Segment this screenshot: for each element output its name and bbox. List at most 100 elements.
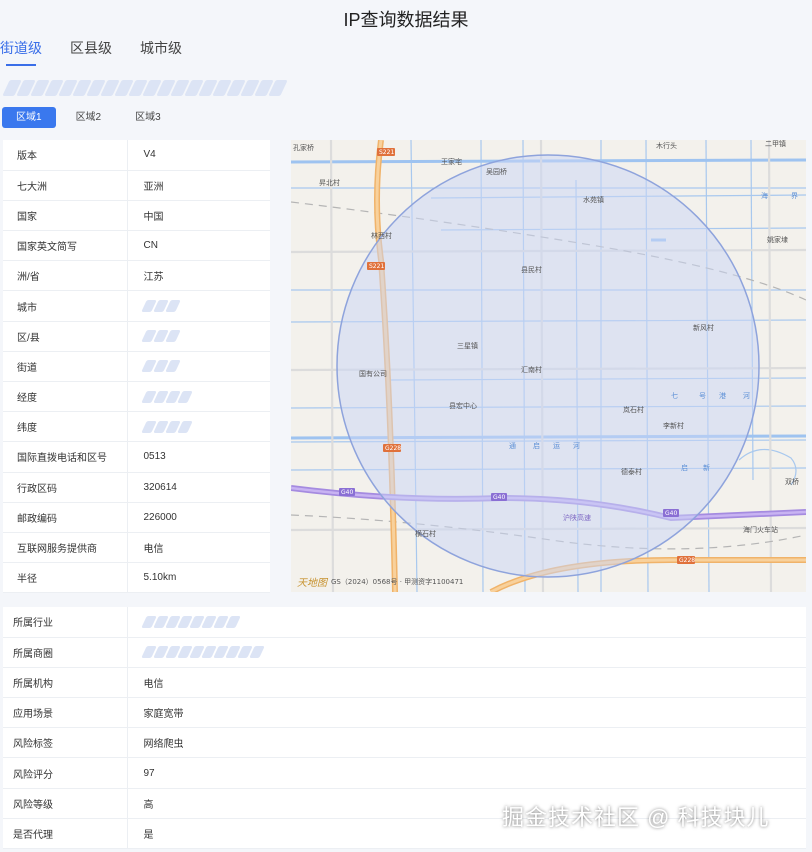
road-shield-label: G228 — [679, 557, 695, 564]
row-key: 纬度 — [3, 411, 128, 442]
map-logo: 天地图 — [297, 577, 329, 589]
tab-city-level[interactable]: 城市级 — [140, 36, 182, 66]
row-value-masked — [127, 291, 270, 321]
row-key: 区/县 — [3, 321, 128, 352]
row-key: 七大洲 — [3, 170, 128, 201]
row-value: 亚洲 — [143, 181, 164, 193]
place-label: 王家宅 — [441, 157, 462, 166]
table-row: 风险标签 网络爬虫 — [3, 727, 806, 758]
row-value: 江苏 — [143, 272, 164, 284]
row-value: 97 — [143, 767, 155, 779]
row-value: CN — [143, 240, 158, 252]
place-label: 新 — [703, 463, 710, 472]
row-value-masked — [127, 351, 270, 381]
tab-district-level[interactable]: 区县级 — [70, 36, 112, 66]
place-label: 二甲镇 — [765, 140, 786, 148]
table-row: 版本 V4 — [3, 140, 270, 171]
tab-street-level[interactable]: 街道级 — [0, 36, 42, 66]
location-map[interactable]: 孔家桥 王家宅 吴园桥 木行头 二甲镇 昇北村 水苑镇 海 界 姚家埭 林西村 … — [291, 140, 806, 592]
row-key: 所属机构 — [3, 667, 128, 698]
table-row: 所属商圈 — [3, 637, 807, 668]
place-label: 港 — [719, 391, 726, 400]
masked-value — [140, 646, 807, 659]
place-label: 县民村 — [521, 265, 542, 274]
row-value: 5.10km — [143, 572, 177, 584]
masked-value — [140, 360, 271, 373]
row-value: 网络爬虫 — [143, 739, 184, 751]
place-label: 吴园桥 — [486, 167, 507, 176]
masked-value — [140, 300, 271, 313]
row-key: 洲/省 — [3, 260, 128, 291]
table-row: 互联网服务提供商 电信 — [3, 532, 270, 563]
row-value-masked — [127, 607, 806, 637]
row-key: 所属行业 — [3, 607, 128, 638]
table-row: 所属行业 — [3, 607, 806, 638]
place-label: 三星镇 — [457, 341, 478, 350]
place-label: 林西村 — [371, 231, 392, 240]
row-value: V4 — [143, 149, 156, 161]
road-shield-label: G40 — [341, 489, 353, 496]
row-key: 风险等级 — [3, 788, 128, 819]
row-key: 版本 — [3, 140, 128, 171]
place-label: 河 — [743, 392, 750, 400]
table-row: 风险评分 97 — [3, 757, 806, 789]
expressway-label: 沪陕高速 — [563, 513, 591, 522]
tab-region-2[interactable]: 区域2 — [62, 107, 116, 128]
masked-value — [140, 420, 271, 433]
table-row: 行政区码 320614 — [3, 472, 270, 503]
table-row: 纬度 — [3, 411, 270, 442]
table-row: 半径 5.10km — [3, 562, 270, 593]
map-canvas: 孔家桥 王家宅 吴园桥 木行头 二甲镇 昇北村 水苑镇 海 界 姚家埭 林西村 … — [291, 140, 806, 592]
place-label: 启 — [681, 463, 688, 472]
row-value: 226000 — [143, 511, 177, 523]
place-label: 国有公司 — [359, 369, 387, 378]
place-label: 运 — [553, 442, 560, 450]
ip-info-table: 版本 V4 七大洲 亚洲 国家 中国 国家英文简写 CN 洲/省 江苏 城市 区/县 街道… — [3, 140, 271, 594]
row-key: 风险标签 — [3, 727, 128, 758]
tab-region-3[interactable]: 区域3 — [121, 107, 175, 128]
row-key: 街道 — [3, 351, 128, 382]
row-value-masked — [127, 412, 270, 442]
table-row: 经度 — [3, 381, 270, 412]
place-label: 新风村 — [693, 323, 714, 332]
place-label: 海门火车站 — [743, 525, 778, 534]
place-label: 姚家埭 — [767, 235, 788, 244]
place-label: 界 — [791, 192, 798, 200]
row-key: 应用场景 — [3, 697, 128, 728]
map-copyright: GS（2024）0568号 · 甲测资字1100471 — [331, 577, 463, 586]
place-label: 河 — [573, 442, 580, 450]
place-label: 岚石村 — [623, 405, 644, 414]
place-label: 通 — [509, 441, 516, 450]
row-key: 风险评分 — [3, 757, 128, 789]
row-value-masked — [127, 382, 270, 412]
tab-region-1[interactable]: 区域1 — [2, 107, 56, 128]
place-label: 木行头 — [656, 141, 677, 150]
watermark: 掘金技术社区 @ 科技块儿 — [502, 805, 770, 830]
level-tabs: 街道级 区县级 城市级 — [0, 36, 210, 68]
row-key: 国家英文简写 — [3, 230, 128, 261]
place-label: 孔家桥 — [293, 143, 314, 152]
place-label: 水苑镇 — [583, 195, 604, 204]
place-label: 号 — [699, 392, 706, 400]
table-row: 邮政编码 226000 — [3, 502, 270, 533]
place-label: 县宏中心 — [449, 401, 477, 410]
row-value: 0513 — [143, 451, 166, 463]
page-title: IP查询数据结果 — [343, 10, 469, 30]
place-label: 海 — [761, 191, 768, 200]
table-row: 国际直拨电话和区号 0513 — [3, 441, 270, 473]
row-value: 电信 — [143, 544, 164, 556]
place-label: 横石村 — [415, 529, 436, 538]
place-label: 李新村 — [663, 421, 684, 430]
masked-value — [140, 330, 271, 343]
place-label: 启 — [533, 441, 540, 450]
road-shield-label: S221 — [379, 149, 394, 156]
row-value: 电信 — [143, 678, 164, 690]
row-key: 国际直拨电话和区号 — [3, 441, 128, 473]
place-label: 汇南村 — [521, 365, 542, 374]
row-key: 半径 — [3, 562, 128, 593]
table-row: 七大洲 亚洲 — [3, 170, 270, 201]
row-value: 中国 — [143, 211, 164, 223]
place-label: 双桥 — [785, 477, 799, 486]
table-row: 应用场景 家庭宽带 — [3, 697, 806, 728]
row-key: 国家 — [3, 200, 128, 231]
